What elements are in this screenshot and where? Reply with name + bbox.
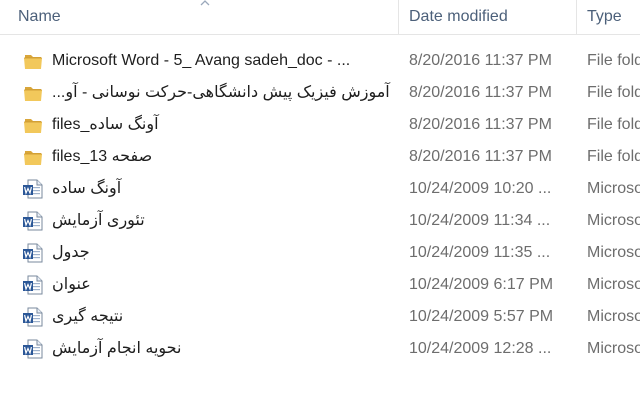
file-name: آونگ ساده_files bbox=[52, 116, 159, 133]
file-date-modified: 8/20/2016 11:37 PM bbox=[409, 52, 552, 69]
file-type-cell: Microsoft bbox=[586, 173, 640, 205]
word-document-icon bbox=[22, 274, 44, 296]
file-type-cell: Microsoft bbox=[586, 205, 640, 237]
file-date-modified: 10/24/2009 5:57 PM bbox=[409, 308, 554, 325]
file-row[interactable]: صفحه 13_files 8/20/2016 11:37 PM File fold… bbox=[0, 141, 640, 173]
file-row[interactable]: جدول 10/24/2009 11:35 ... Microsoft bbox=[0, 237, 640, 269]
word-document-icon bbox=[22, 306, 44, 328]
file-date-modified: 10/24/2009 12:28 ... bbox=[409, 340, 552, 357]
file-row[interactable]: آونگ ساده_files 8/20/2016 11:37 PM File fo… bbox=[0, 109, 640, 141]
file-row[interactable]: عنوان 10/24/2009 6:17 PM Microsoft bbox=[0, 269, 640, 301]
file-type-cell: File folder bbox=[586, 77, 640, 109]
file-type-cell: Microsoft bbox=[586, 301, 640, 333]
file-type: Microsoft bbox=[587, 212, 640, 229]
file-date-modified: 10/24/2009 11:35 ... bbox=[409, 244, 551, 261]
file-type: File folder bbox=[587, 148, 640, 165]
file-date-modified: 10/24/2009 6:17 PM bbox=[409, 276, 554, 293]
file-row[interactable]: نحویه انجام آزمایش 10/24/2009 12:28 ... Mi… bbox=[0, 333, 640, 365]
folder-icon bbox=[22, 114, 44, 136]
file-name: تئوری آزمایش bbox=[52, 212, 145, 229]
word-document-icon bbox=[22, 338, 44, 360]
file-row[interactable]: آونگ ساده 10/24/2009 10:20 ... Microsoft bbox=[0, 173, 640, 205]
file-type: Microsoft bbox=[587, 308, 640, 325]
file-type: File folder bbox=[587, 116, 640, 133]
folder-icon bbox=[22, 50, 44, 72]
column-header-name[interactable]: Name bbox=[18, 0, 61, 34]
file-name: Microsoft Word - 5_ Avang sadeh_doc - ..… bbox=[52, 52, 351, 69]
file-type: File folder bbox=[587, 52, 640, 69]
file-row[interactable]: آموزش فیزیک پیش دانشگاهی-حرکت نوسانی - آ… bbox=[0, 77, 640, 109]
file-type: Microsoft bbox=[587, 276, 640, 293]
column-header-type[interactable]: Type bbox=[587, 0, 622, 34]
column-divider[interactable] bbox=[398, 0, 399, 34]
file-name: آونگ ساده bbox=[52, 180, 122, 197]
column-header-date-modified[interactable]: Date modified bbox=[409, 0, 508, 34]
word-document-icon bbox=[22, 242, 44, 264]
file-name: صفحه 13_files bbox=[52, 148, 153, 165]
folder-icon bbox=[22, 146, 44, 168]
file-name: عنوان bbox=[52, 276, 91, 293]
file-name: نتیجه گیری bbox=[52, 308, 124, 325]
word-document-icon bbox=[22, 178, 44, 200]
file-date-modified: 8/20/2016 11:37 PM bbox=[409, 116, 552, 133]
file-date-modified: 10/24/2009 11:34 ... bbox=[409, 212, 551, 229]
file-name: آموزش فیزیک پیش دانشگاهی-حرکت نوسانی - آ… bbox=[52, 84, 390, 101]
file-list: Microsoft Word - 5_ Avang sadeh_doc - ..… bbox=[0, 45, 640, 365]
file-type-cell: File folder bbox=[586, 141, 640, 173]
file-row[interactable]: Microsoft Word - 5_ Avang sadeh_doc - ..… bbox=[0, 45, 640, 77]
file-row[interactable]: نتیجه گیری 10/24/2009 5:57 PM Microsoft bbox=[0, 301, 640, 333]
file-type-cell: Microsoft bbox=[586, 333, 640, 365]
file-type-cell: File folder bbox=[586, 109, 640, 141]
word-document-icon bbox=[22, 210, 44, 232]
column-header-bar: Name Date modified Type bbox=[0, 0, 640, 35]
file-type-cell: File folder bbox=[586, 45, 640, 77]
sort-ascending-icon bbox=[200, 0, 210, 6]
file-type: File folder bbox=[587, 84, 640, 101]
file-date-modified: 8/20/2016 11:37 PM bbox=[409, 84, 552, 101]
file-type: Microsoft bbox=[587, 180, 640, 197]
file-type-cell: Microsoft bbox=[586, 269, 640, 301]
file-type: Microsoft bbox=[587, 244, 640, 261]
column-divider[interactable] bbox=[576, 0, 577, 34]
file-date-modified: 8/20/2016 11:37 PM bbox=[409, 148, 552, 165]
file-name: جدول bbox=[52, 244, 90, 261]
file-type: Microsoft bbox=[587, 340, 640, 357]
file-row[interactable]: تئوری آزمایش 10/24/2009 11:34 ... Microsof… bbox=[0, 205, 640, 237]
file-type-cell: Microsoft bbox=[586, 237, 640, 269]
file-name: نحویه انجام آزمایش bbox=[52, 340, 182, 357]
file-date-modified: 10/24/2009 10:20 ... bbox=[409, 180, 552, 197]
folder-icon bbox=[22, 82, 44, 104]
